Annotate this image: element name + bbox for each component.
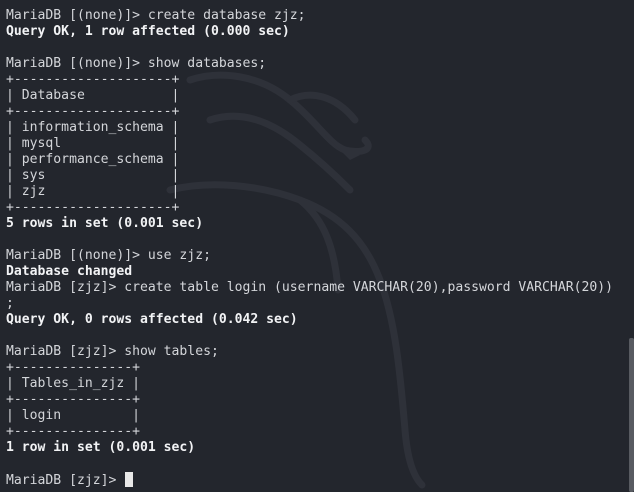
terminal-line: MariaDB [zjz]> create table login (usern… <box>6 280 613 295</box>
terminal-line: MariaDB [zjz]> show tables; <box>6 344 219 359</box>
terminal-line: Query OK, 1 row affected (0.000 sec) <box>6 24 290 39</box>
terminal-line: Database changed <box>6 264 133 279</box>
terminal-line: MariaDB [(none)]> use zjz; <box>6 248 211 263</box>
terminal-line: | Tables_in_zjz | <box>6 376 141 391</box>
terminal-line: | sys | <box>6 168 180 183</box>
scrollbar[interactable] <box>629 338 634 492</box>
terminal-window[interactable]: MariaDB [(none)]> create database zjz; Qu… <box>0 0 634 492</box>
terminal-line: | performance_schema | <box>6 152 180 167</box>
command-prompt-line[interactable]: MariaDB [zjz]> <box>6 472 634 488</box>
terminal-line: ; <box>6 296 14 311</box>
terminal-line: | mysql | <box>6 136 180 151</box>
terminal-line: 1 row in set (0.001 sec) <box>6 440 196 455</box>
terminal-line: 5 rows in set (0.001 sec) <box>6 216 204 231</box>
prompt-label: MariaDB [zjz]> <box>6 473 125 488</box>
terminal-line: | login | <box>6 408 141 423</box>
terminal-line: Query OK, 0 rows affected (0.042 sec) <box>6 312 298 327</box>
terminal-line: | zjz | <box>6 184 180 199</box>
terminal-line: +---------------+ <box>6 360 141 375</box>
terminal-line: +--------------------+ <box>6 104 180 119</box>
terminal-output: MariaDB [(none)]> create database zjz; Qu… <box>6 8 634 488</box>
terminal-line: | Database | <box>6 88 180 103</box>
terminal-line: +--------------------+ <box>6 200 180 215</box>
terminal-line: +---------------+ <box>6 392 141 407</box>
terminal-line: MariaDB [(none)]> create database zjz; <box>6 8 306 23</box>
terminal-line: | information_schema | <box>6 120 180 135</box>
text-cursor <box>125 472 134 487</box>
terminal-line: +--------------------+ <box>6 72 180 87</box>
terminal-line: +---------------+ <box>6 424 141 439</box>
terminal-line: MariaDB [(none)]> show databases; <box>6 56 267 71</box>
